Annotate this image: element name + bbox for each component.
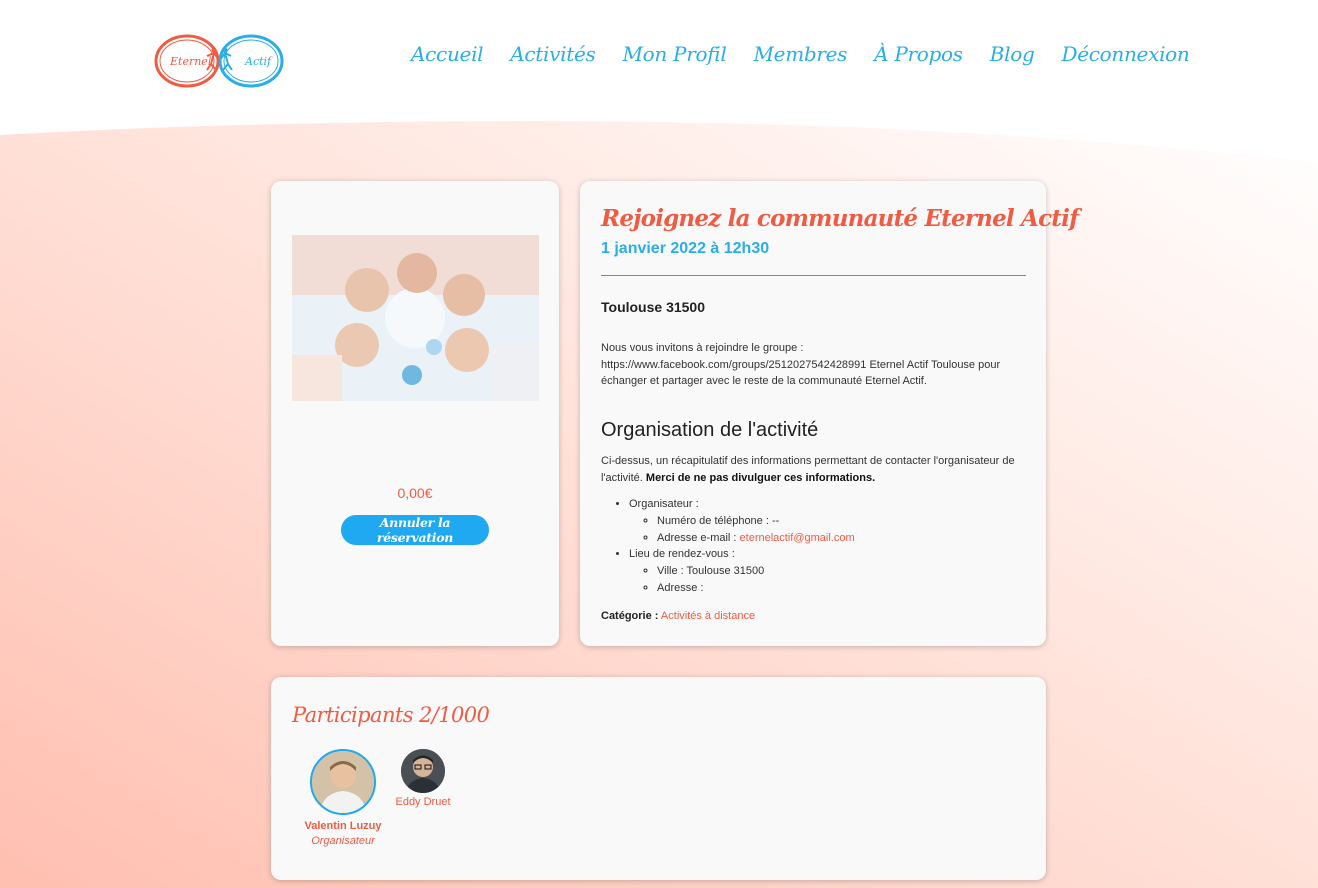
logo-left-text: Eternel (169, 55, 212, 68)
activity-photo (292, 235, 539, 401)
list-item: Organisateur : Numéro de téléphone : -- … (629, 496, 855, 546)
participant-name[interactable]: Valentin Luzuy (296, 820, 390, 832)
divider (601, 275, 1026, 276)
activity-location: Toulouse 31500 (601, 299, 706, 315)
description-line: Nous vous invitons à rejoindre le groupe… (601, 342, 804, 354)
activity-details-card: Rejoignez la communauté Eternel Actif 1 … (580, 181, 1079, 646)
meeting-city: Ville : Toulouse 31500 (657, 565, 765, 578)
meeting-address: Adresse : (657, 581, 704, 594)
activity-image-card: 0,00€ Annuler la réservation (271, 181, 559, 646)
list-item: Numéro de téléphone : -- (657, 513, 855, 530)
activity-description: Nous vous invitons à rejoindre le groupe… (601, 340, 1031, 390)
nav-a-propos[interactable]: À Propos (874, 42, 963, 66)
organisation-warning: Merci de ne pas divulguer ces informatio… (645, 471, 876, 484)
participant-name[interactable]: Eddy Druet (389, 796, 457, 808)
organizer-phone: Numéro de téléphone : -- (657, 514, 780, 527)
list-item: Adresse : (657, 580, 855, 597)
site-header: Eternel Actif Accueil Activités Mon Prof… (0, 0, 1318, 125)
participants-title: Participants 2/1000 (292, 703, 490, 727)
category-link[interactable]: Activités à distance (661, 610, 755, 622)
list-item: Adresse e-mail : eternelactif@gmail.com (657, 530, 855, 547)
activity-category: Catégorie : Activités à distance (601, 610, 755, 622)
logo-right-text: Actif (244, 55, 273, 68)
description-line: échanger et partager avec le reste de la… (601, 375, 927, 387)
organisation-details: Organisateur : Numéro de téléphone : -- … (601, 496, 855, 597)
nav-deconnexion[interactable]: Déconnexion (1061, 42, 1189, 66)
meeting-label: Lieu de rendez-vous : (629, 548, 735, 561)
nav-membres[interactable]: Membres (754, 42, 848, 66)
cancel-reservation-button[interactable]: Annuler la réservation (341, 515, 489, 545)
nav-activites[interactable]: Activités (510, 42, 596, 66)
description-line: https://www.facebook.com/groups/25120275… (601, 358, 1001, 371)
participant-organizer[interactable]: Valentin Luzuy Organisateur (296, 749, 390, 847)
participants-card: Participants 2/1000 Valentin Luzuy Organ… (271, 677, 1046, 880)
category-label: Catégorie : (601, 610, 659, 622)
avatar[interactable] (310, 749, 376, 815)
organisation-title: Organisation de l'activité (601, 419, 819, 441)
list-item: Ville : Toulouse 31500 (657, 563, 855, 580)
organisation-intro: Ci-dessus, un récapitulatif des informat… (601, 453, 1031, 486)
organizer-label: Organisateur : (629, 498, 699, 510)
activity-title: Rejoignez la communauté Eternel Actif (601, 205, 1079, 232)
organizer-email-link[interactable]: eternelactif@gmail.com (740, 532, 855, 544)
eternel-actif-logo[interactable]: Eternel Actif (153, 30, 285, 92)
nav-mon-profil[interactable]: Mon Profil (622, 42, 726, 66)
participant-role: Organisateur (311, 835, 375, 847)
main-nav: Accueil Activités Mon Profil Membres À P… (411, 42, 1217, 66)
participant[interactable]: Eddy Druet (389, 749, 457, 808)
avatar[interactable] (401, 749, 445, 793)
organizer-email-label: Adresse e-mail : (657, 531, 737, 544)
activity-price: 0,00€ (397, 485, 433, 501)
nav-accueil[interactable]: Accueil (411, 42, 484, 66)
nav-blog[interactable]: Blog (990, 42, 1035, 66)
list-item: Lieu de rendez-vous : Ville : Toulouse 3… (629, 546, 855, 596)
activity-date: 1 janvier 2022 à 12h30 (601, 240, 770, 257)
